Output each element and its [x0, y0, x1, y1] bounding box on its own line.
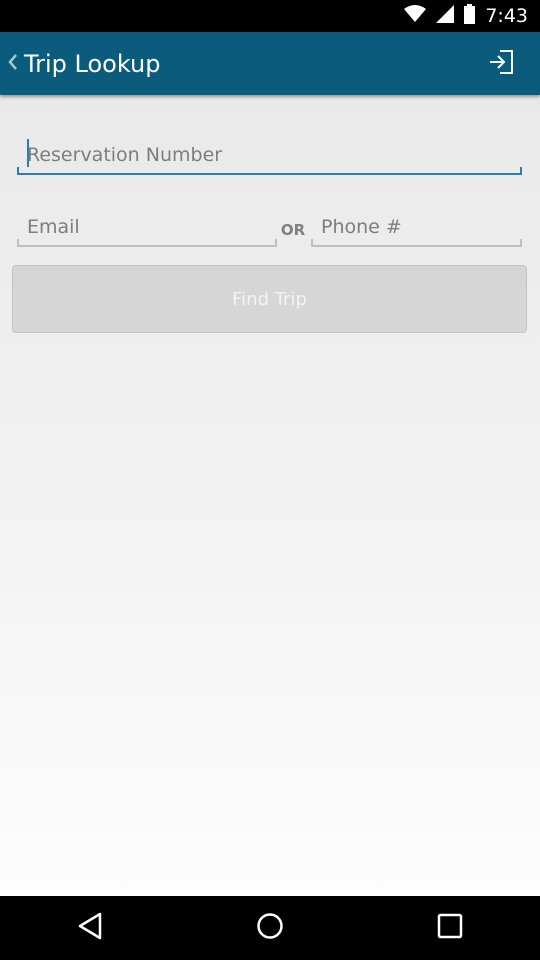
or-label: OR: [280, 221, 306, 239]
email-field: [17, 203, 277, 247]
nav-recents-button[interactable]: [420, 896, 480, 960]
page-title: Trip Lookup: [24, 49, 161, 78]
app-bar: Trip Lookup: [0, 32, 540, 95]
status-icons: 7:43: [404, 0, 528, 32]
status-bar: 7:43: [0, 0, 540, 32]
battery-icon: [464, 3, 476, 29]
email-input[interactable]: [17, 203, 277, 245]
phone-input[interactable]: [311, 203, 522, 245]
navigation-bar: [0, 896, 540, 960]
home-circle-icon: [256, 912, 284, 944]
text-cursor: [27, 139, 29, 167]
back-triangle-icon: [77, 912, 103, 944]
chevron-left-icon: [8, 53, 18, 74]
wifi-icon: [404, 4, 427, 28]
find-trip-button[interactable]: Find Trip: [12, 265, 527, 333]
nav-back-button[interactable]: [60, 896, 120, 960]
recents-square-icon: [437, 913, 463, 943]
back-button[interactable]: [2, 32, 24, 95]
reservation-number-input[interactable]: [17, 131, 522, 173]
signal-icon: [436, 4, 455, 28]
clock-text: 7:43: [485, 5, 528, 27]
trip-lookup-form: OR Find Trip: [0, 95, 540, 896]
go-button[interactable]: [486, 49, 516, 79]
arrow-to-right-icon: [488, 49, 514, 79]
nav-home-button[interactable]: [240, 896, 300, 960]
phone-field: [311, 203, 522, 247]
reservation-number-field: [17, 131, 522, 175]
